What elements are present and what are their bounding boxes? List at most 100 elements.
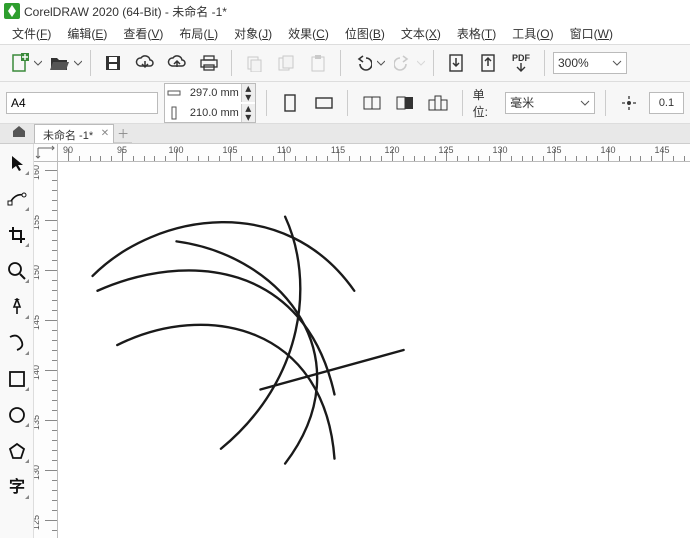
width-icon (165, 88, 183, 98)
copy-button[interactable] (272, 49, 300, 77)
print-button[interactable] (195, 49, 223, 77)
units-select[interactable]: 毫米 (505, 92, 595, 114)
page-size-select[interactable]: A4 (6, 92, 158, 114)
ruler-h-label: 130 (492, 145, 507, 155)
freehand-tool[interactable] (4, 294, 30, 320)
redo-button[interactable] (389, 49, 417, 77)
ruler-h-label: 95 (117, 145, 127, 155)
orientation-portrait-button[interactable] (277, 89, 304, 117)
document-tabs: 未命名 -1* ✕ ＋ (0, 124, 690, 144)
menubar: 文件(F) 编辑(E) 查看(V) 布局(L) 对象(J) 效果(C) 位图(B… (0, 22, 690, 44)
new-dropdown[interactable] (34, 59, 42, 67)
shape-tool[interactable] (4, 186, 30, 212)
undo-button[interactable] (349, 49, 377, 77)
ruler-v-label: 140 (34, 365, 41, 380)
menu-text[interactable]: 文本(X) (397, 23, 445, 44)
cloud-upload-button[interactable] (163, 49, 191, 77)
page-height-input[interactable]: 210.0 mm (183, 107, 241, 119)
new-button[interactable] (6, 49, 34, 77)
menu-table[interactable]: 表格(T) (453, 23, 500, 44)
ruler-h-label: 135 (546, 145, 561, 155)
standard-toolbar: PDF 300% (0, 44, 690, 82)
zoom-tool[interactable] (4, 258, 30, 284)
cut-button[interactable] (240, 49, 268, 77)
open-button[interactable] (46, 49, 74, 77)
units-label: 单位: (473, 86, 500, 120)
zoom-level[interactable]: 300% (553, 52, 627, 74)
work-area: 字 9095100105110115120125130135140145 160… (0, 144, 690, 538)
all-pages-button[interactable] (358, 89, 385, 117)
undo-dropdown[interactable] (377, 59, 385, 67)
artistic-media-tool[interactable] (4, 330, 30, 356)
crop-tool[interactable] (4, 222, 30, 248)
ruler-h-label: 140 (600, 145, 615, 155)
nudge-icon (616, 89, 643, 117)
property-bar: A4 297.0 mm ▴▾ 210.0 mm ▴▾ 单位: 毫米 0.1 (0, 82, 690, 124)
ruler-v-label: 145 (34, 315, 41, 330)
menu-object[interactable]: 对象(J) (230, 23, 276, 44)
titlebar: CorelDRAW 2020 (64-Bit) - 未命名 -1* (0, 0, 690, 22)
ruler-h-label: 110 (277, 145, 291, 155)
menu-window[interactable]: 窗口(W) (566, 23, 617, 44)
ruler-v-label: 135 (34, 415, 41, 430)
import-button[interactable] (442, 49, 470, 77)
redo-dropdown[interactable] (417, 59, 425, 67)
height-spinner[interactable]: ▴▾ (241, 104, 255, 122)
canvas-area: 9095100105110115120125130135140145 16015… (34, 144, 690, 538)
chevron-down-icon (612, 58, 622, 68)
menu-edit[interactable]: 编辑(E) (63, 23, 111, 44)
tab-label: 未命名 -1* (43, 130, 93, 142)
ruler-v-label: 125 (34, 515, 41, 530)
ruler-h-label: 90 (63, 145, 73, 155)
artwork (58, 162, 690, 538)
ruler-h-label: 115 (331, 145, 345, 155)
svg-text:字: 字 (8, 477, 24, 496)
ruler-h-label: 100 (168, 145, 183, 155)
menu-view[interactable]: 查看(V) (119, 23, 167, 44)
nudge-distance-input[interactable]: 0.1 (649, 92, 684, 114)
menu-tools[interactable]: 工具(O) (508, 23, 557, 44)
toolbox: 字 (0, 144, 34, 538)
vertical-ruler[interactable]: 160155150145140135130125 (34, 162, 58, 538)
polygon-tool[interactable] (4, 438, 30, 464)
welcome-tab[interactable] (8, 124, 30, 138)
ruler-v-label: 150 (34, 265, 41, 280)
chevron-down-icon (580, 98, 590, 108)
ruler-origin[interactable] (34, 144, 58, 162)
app-logo-icon (4, 3, 20, 19)
orientation-landscape-button[interactable] (310, 89, 337, 117)
cloud-download-button[interactable] (131, 49, 159, 77)
menu-file[interactable]: 文件(F) (8, 23, 55, 44)
menu-effects[interactable]: 效果(C) (284, 23, 333, 44)
page-width-input[interactable]: 297.0 mm (183, 87, 241, 99)
ruler-h-label: 120 (384, 145, 399, 155)
add-tab-button[interactable]: ＋ (114, 124, 132, 143)
zoom-value: 300% (558, 56, 589, 70)
rectangle-tool[interactable] (4, 366, 30, 392)
menu-layout[interactable]: 布局(L) (175, 23, 222, 44)
page-dimensions: 297.0 mm ▴▾ 210.0 mm ▴▾ (164, 83, 256, 123)
horizontal-ruler[interactable]: 90 95 100 105 110 115 120 125 130 135 140 145 (58, 144, 690, 162)
ruler-h-label: 105 (222, 145, 237, 155)
facing-pages-button[interactable] (424, 89, 451, 117)
pick-tool[interactable] (4, 150, 30, 176)
current-page-button[interactable] (391, 89, 418, 117)
ellipse-tool[interactable] (4, 402, 30, 428)
export-button[interactable] (474, 49, 502, 77)
window-title: CorelDRAW 2020 (64-Bit) - 未命名 -1* (24, 3, 227, 20)
menu-bitmap[interactable]: 位图(B) (341, 23, 389, 44)
save-button[interactable] (99, 49, 127, 77)
paste-button[interactable] (304, 49, 332, 77)
text-tool[interactable]: 字 (4, 474, 30, 500)
ruler-h-label: 145 (654, 145, 669, 155)
height-icon (165, 106, 183, 120)
publish-pdf-button[interactable]: PDF (506, 49, 536, 77)
document-tab[interactable]: 未命名 -1* ✕ (34, 124, 114, 143)
ruler-v-label: 155 (34, 215, 41, 230)
ruler-v-label: 130 (34, 465, 41, 480)
ruler-h-label: 125 (438, 145, 453, 155)
open-dropdown[interactable] (74, 59, 82, 67)
width-spinner[interactable]: ▴▾ (241, 84, 255, 102)
close-tab-icon[interactable]: ✕ (101, 128, 109, 139)
drawing-canvas[interactable] (58, 162, 690, 538)
